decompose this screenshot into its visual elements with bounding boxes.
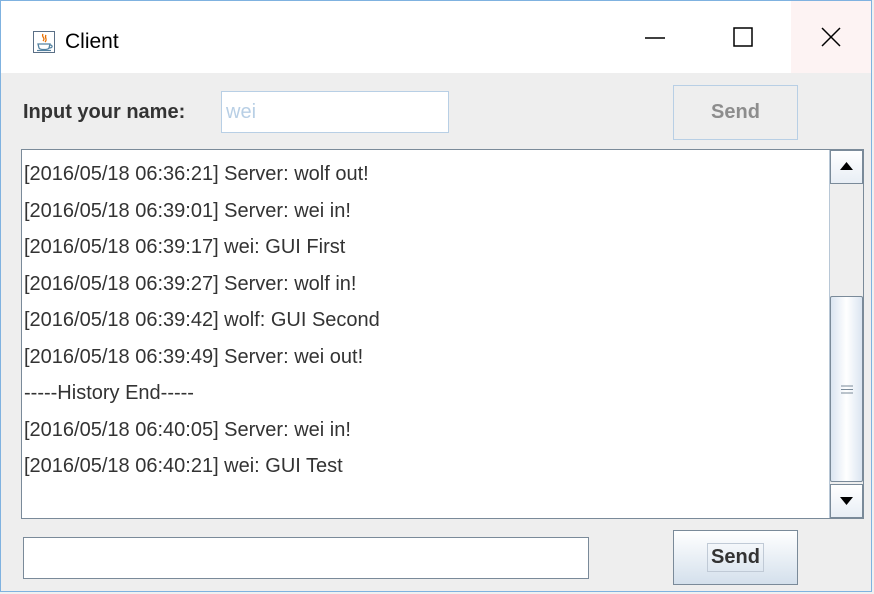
scroll-thumb[interactable] xyxy=(830,296,863,482)
chat-line: [2016/05/18 06:39:42] wolf: GUI Second xyxy=(24,309,380,331)
chat-line: [2016/05/18 06:40:21] wei: GUI Test xyxy=(24,455,343,477)
grip-icon xyxy=(841,385,853,394)
send-button-label: Send xyxy=(707,543,764,572)
maximize-button[interactable] xyxy=(697,1,789,73)
history-end-marker: -----History End----- xyxy=(24,382,194,404)
scroll-down-button[interactable] xyxy=(830,484,863,518)
client-window: Client Input your name: Send [2016/05/18… xyxy=(0,0,872,592)
message-send-button[interactable]: Send xyxy=(673,530,798,585)
minimize-icon xyxy=(645,37,665,39)
message-input[interactable] xyxy=(23,537,589,579)
minimize-button[interactable] xyxy=(613,1,697,73)
name-label: Input your name: xyxy=(23,101,186,123)
chat-line: [2016/05/18 06:39:27] Server: wolf in! xyxy=(24,272,357,295)
name-input[interactable] xyxy=(221,91,449,133)
vertical-scrollbar[interactable] xyxy=(829,150,863,518)
title-bar[interactable]: Client xyxy=(1,1,871,73)
window-title: Client xyxy=(65,30,119,53)
name-send-button[interactable]: Send xyxy=(673,85,798,140)
arrow-up-icon xyxy=(840,162,853,170)
chat-line: [2016/05/18 06:40:05] Server: wei in! xyxy=(24,418,351,441)
chat-log: [2016/05/18 06:36:21] Server: wolf out! … xyxy=(24,156,824,485)
maximize-icon xyxy=(733,27,753,47)
close-button[interactable] xyxy=(791,1,871,73)
arrow-down-icon xyxy=(840,497,853,505)
chat-line: [2016/05/18 06:39:49] Server: wei out! xyxy=(24,345,364,368)
chat-line: [2016/05/18 06:39:17] wei: GUI First xyxy=(24,236,346,258)
java-cup-icon xyxy=(33,31,55,53)
scroll-up-button[interactable] xyxy=(830,150,863,184)
chat-line: [2016/05/18 06:39:01] Server: wei in! xyxy=(24,199,351,222)
chat-history[interactable]: [2016/05/18 06:36:21] Server: wolf out! … xyxy=(21,149,864,519)
chat-line: [2016/05/18 06:36:21] Server: wolf out! xyxy=(24,163,369,185)
close-icon xyxy=(821,27,841,47)
